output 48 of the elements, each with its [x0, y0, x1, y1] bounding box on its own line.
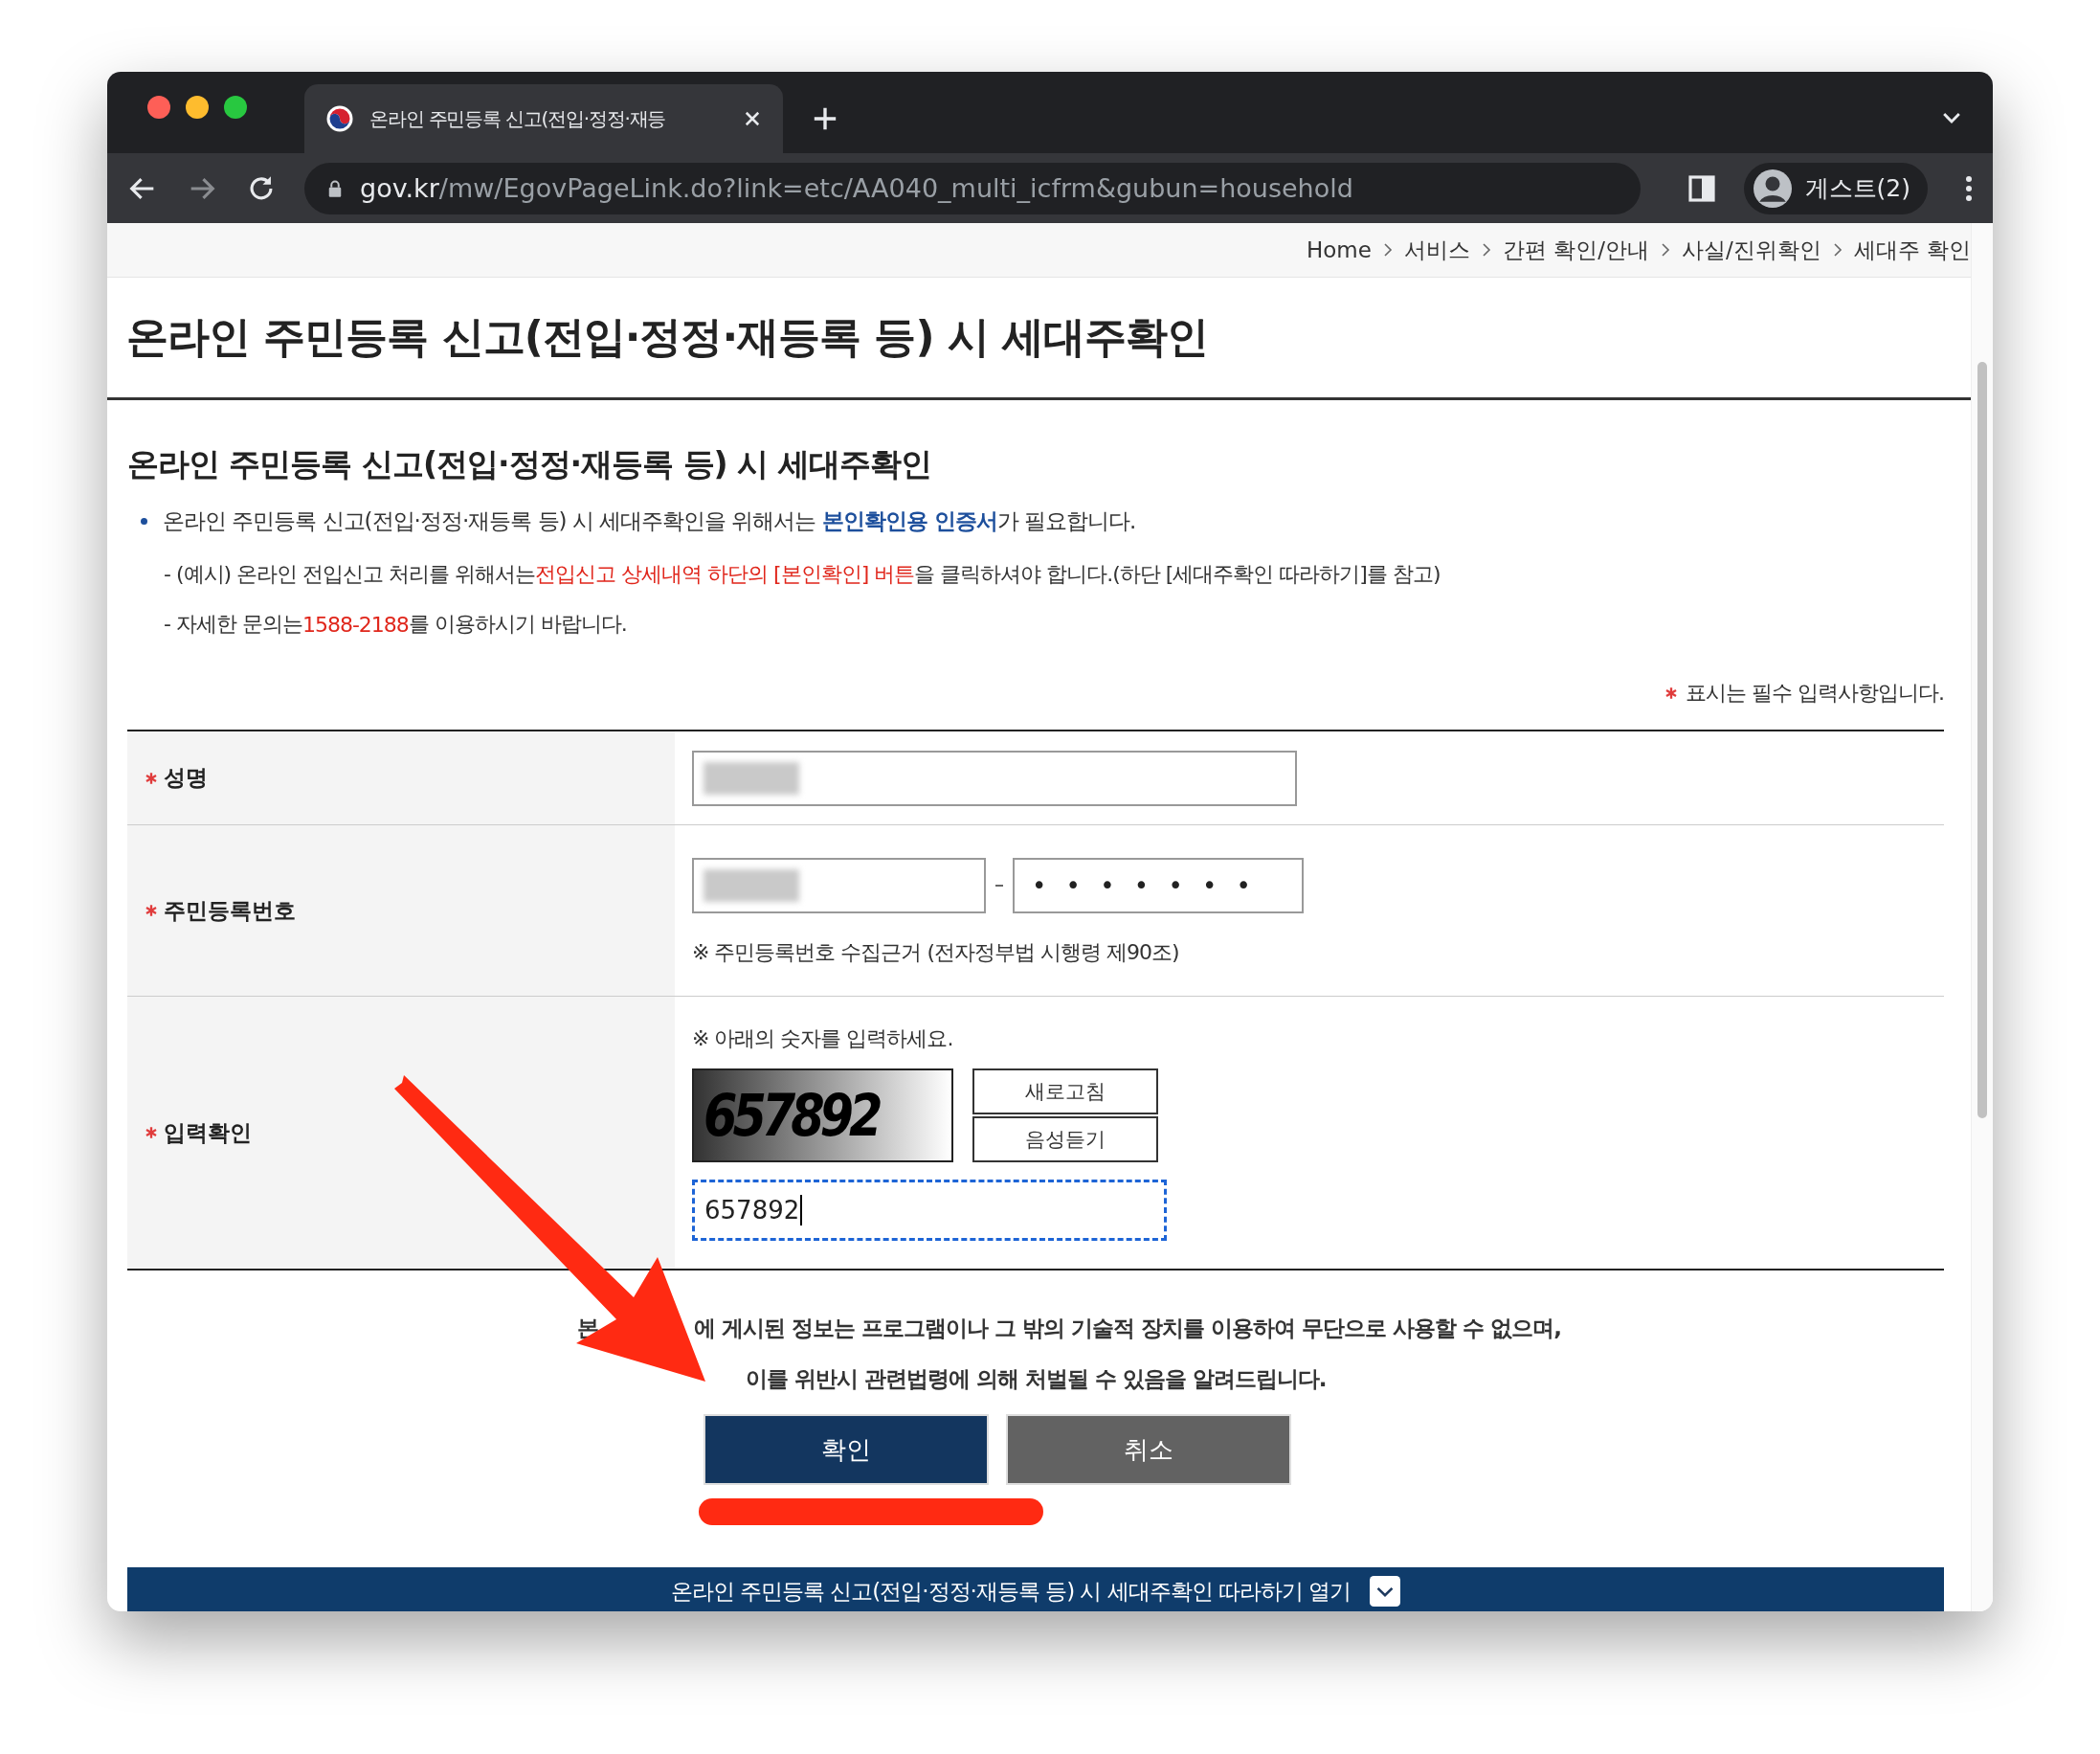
captcha-button[interactable]: 음성듣기: [972, 1116, 1158, 1162]
guide-bar[interactable]: 온라인 주민등록 신고(전입·정정·재등록 등) 시 세대주확인 따라하기 열기: [127, 1567, 1944, 1611]
id-first-field[interactable]: [692, 858, 986, 913]
zoom-window-icon[interactable]: [224, 96, 247, 119]
hint-text: ※ 아래의 숫자를 입력하세요.: [692, 1025, 954, 1052]
more-icon[interactable]: [1964, 173, 1974, 203]
browser-tab[interactable]: 온라인 주민등록 신고(전입·정정·재등: [304, 84, 783, 153]
breadcrumb-link[interactable]: 세대주 확인: [1853, 235, 1971, 265]
avatar-icon: [1753, 169, 1792, 208]
chevron-icon: [1832, 242, 1843, 258]
bullet-icon: [141, 517, 147, 525]
new-tab-icon[interactable]: [812, 105, 838, 132]
id-second-field[interactable]: • • • • • • •: [1013, 858, 1304, 913]
chevron-down-icon: [1370, 1576, 1401, 1607]
required-note: 표시는 필수 입력사항입니다.: [1686, 680, 1944, 707]
action-button[interactable]: 확인: [704, 1414, 989, 1485]
notice-text: 이를 위반시 관련법령에 의해 처벌될 수 있음을 알려드립니다.: [744, 1365, 1328, 1393]
breadcrumb-link[interactable]: Home: [1306, 237, 1372, 262]
form-label: 주민등록번호: [164, 896, 296, 925]
profile-button[interactable]: 게스트(2): [1743, 162, 1928, 214]
chevron-icon: [1660, 242, 1670, 258]
emblem-icon: [325, 104, 354, 133]
side-panel-icon[interactable]: [1686, 172, 1717, 204]
captcha-button[interactable]: 새로고침: [972, 1068, 1158, 1114]
note-text: - 자세한 문의는1588-2188를 이용하시기 바랍니다.: [163, 611, 628, 639]
form-label: 성명: [164, 764, 208, 792]
scrollbar-thumb[interactable]: [1977, 362, 1987, 1118]
close-icon[interactable]: [743, 109, 762, 128]
tab-title: 온라인 주민등록 신고(전입·정정·재등: [369, 105, 667, 132]
close-window-icon[interactable]: [147, 96, 170, 119]
captcha-answer-field[interactable]: 657892: [692, 1180, 1167, 1241]
breadcrumb-link[interactable]: 간편 확인/안내: [1502, 235, 1649, 265]
note-text: - (예시) 온라인 전입신고 처리를 위해서는전입신고 상세내역 하단의 [본인확인] 버튼을 클릭하셔야 합니다.(하단 [세대주확인 따라하기]를 참고): [163, 561, 1441, 588]
minimize-window-icon[interactable]: [186, 96, 209, 119]
captcha-image: 657892: [692, 1068, 953, 1162]
address-bar[interactable]: gov.kr/mw/EgovPageLink.do?link=etc/AA040_multi_icfrm&gubun=household: [304, 162, 1641, 214]
breadcrumb-link[interactable]: 서비스: [1403, 235, 1470, 265]
hint-text: ※ 주민등록번호 수집근거 (전자정부법 시행령 제90조): [692, 939, 1180, 966]
section-title: 온라인 주민등록 신고(전입·정정·재등록 등) 시 세대주확인: [127, 444, 932, 484]
asterisk-icon: [1664, 686, 1678, 700]
name-field[interactable]: [692, 750, 1297, 806]
breadcrumb-link[interactable]: 사실/진위확인: [1681, 235, 1821, 265]
action-button[interactable]: 취소: [1006, 1414, 1291, 1485]
form-label: 입력확인: [164, 1118, 252, 1147]
intro-text: 온라인 주민등록 신고(전입·정정·재등록 등) 시 세대주확인을 위해서는 본인확인용 인증서가 필요합니다.: [163, 506, 1136, 535]
chevron-icon: [1382, 242, 1393, 258]
page-title: 온라인 주민등록 신고(전입·정정·재등록 등) 시 세대주확인: [107, 278, 1971, 400]
chevron-icon: [1481, 242, 1491, 258]
